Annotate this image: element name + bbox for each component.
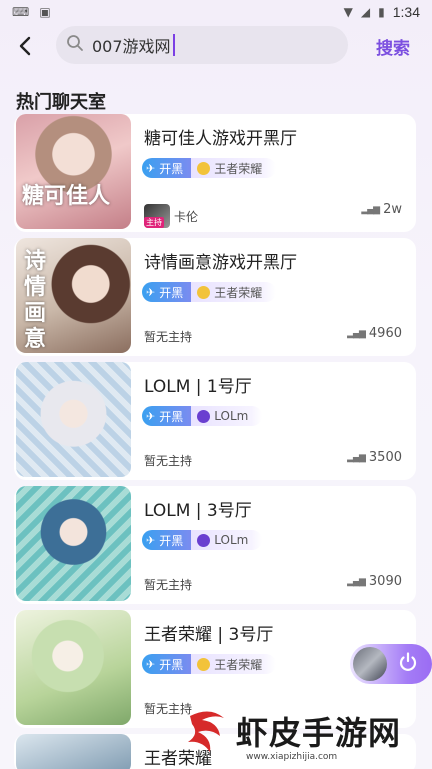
room-popularity: ▂▄▆ 2w: [361, 202, 402, 217]
room-name: LOLM | 1号厅: [144, 377, 252, 397]
room-thumbnail: [16, 610, 131, 725]
room-tags: ✈ 开黑 LOLm: [142, 406, 263, 428]
popularity-bars-icon: ▂▄▆: [347, 576, 366, 587]
room-thumbnail: [16, 362, 131, 477]
tag-game: LOLm: [191, 530, 263, 550]
plane-icon: ✈: [146, 409, 156, 423]
tag-category: ✈ 开黑: [142, 654, 192, 674]
room-name: LOLM | 3号厅: [144, 501, 252, 521]
status-bar: ⌨ ▣ ▼ ◢ ▮ 1:34: [0, 0, 432, 24]
room-host: 主持 卡伦: [144, 204, 198, 228]
power-icon[interactable]: [397, 651, 419, 678]
thumbnail-caption: 诗情画意: [24, 248, 47, 352]
search-query: 007游戏网: [92, 37, 171, 56]
tag-game: LOLm: [191, 406, 263, 426]
room-host: 暂无主持: [144, 328, 192, 345]
game-icon: [197, 409, 211, 423]
popularity-bars-icon: ▂▄▆: [361, 204, 380, 215]
notification-a-icon: ▣: [39, 5, 51, 19]
search-input[interactable]: 007游戏网: [56, 26, 348, 64]
tag-category: ✈ 开黑: [142, 158, 192, 178]
search-icon: [66, 34, 84, 56]
tag-category: ✈ 开黑: [142, 406, 192, 426]
tag-category: ✈ 开黑: [142, 282, 192, 302]
room-popularity: ▂▄▆ 3090: [347, 574, 402, 589]
room-card[interactable]: LOLM | 1号厅 ✈ 开黑 LOLm 暂无主持 ▂▄▆ 3500: [14, 362, 416, 480]
watermark-logo-icon: [188, 711, 224, 752]
watermark-url: www.xiapizhijia.com: [246, 752, 338, 762]
wifi-icon: ▼: [343, 5, 353, 19]
room-name: 王者荣耀 | 3号厅: [144, 625, 274, 645]
watermark-text: 虾皮手游网: [236, 714, 402, 752]
plane-icon: ✈: [146, 285, 156, 299]
game-icon: [197, 657, 211, 671]
search-button[interactable]: 搜索: [376, 34, 410, 59]
room-thumbnail: 诗情画意: [16, 238, 131, 353]
battery-icon: ▮: [378, 5, 385, 19]
room-popularity: ▂▄▆ 3500: [347, 450, 402, 465]
room-tags: ✈ 开黑 LOLm: [142, 530, 263, 552]
popularity-bars-icon: ▂▄▆: [347, 452, 366, 463]
room-card[interactable]: LOLM | 3号厅 ✈ 开黑 LOLm 暂无主持 ▂▄▆ 3090: [14, 486, 416, 604]
floating-room-button[interactable]: [350, 644, 432, 684]
status-time: 1:34: [392, 4, 420, 20]
tag-game: 王者荣耀: [191, 654, 277, 674]
back-button[interactable]: [14, 32, 38, 60]
room-thumbnail: [16, 486, 131, 601]
plane-icon: ✈: [146, 657, 156, 671]
section-title: 热门聊天室: [16, 92, 106, 113]
watermark: 虾皮手游网 www.xiapizhijia.com: [180, 704, 430, 766]
plane-icon: ✈: [146, 533, 156, 547]
room-name: 诗情画意游戏开黑厅: [144, 253, 297, 273]
host-name: 暂无主持: [144, 578, 193, 592]
room-tags: ✈ 开黑 王者荣耀: [142, 158, 277, 180]
room-card[interactable]: 糖可佳人 糖可佳人游戏开黑厅 ✈ 开黑 王者荣耀 主持 卡伦 ▂▄▆ 2w: [14, 114, 416, 232]
room-card[interactable]: 诗情画意 诗情画意游戏开黑厅 ✈ 开黑 王者荣耀 暂无主持 ▂▄▆ 4960: [14, 238, 416, 356]
room-host: 暂无主持: [144, 576, 192, 593]
keyboard-icon: ⌨: [12, 5, 30, 19]
room-popularity: ▂▄▆ 4960: [347, 326, 402, 341]
game-icon: [197, 285, 211, 299]
host-name: 卡伦: [174, 209, 199, 224]
room-tags: ✈ 开黑 王者荣耀: [142, 654, 277, 676]
tag-game: 王者荣耀: [191, 158, 277, 178]
game-icon: [197, 533, 211, 547]
host-name: 暂无主持: [144, 454, 193, 468]
thumbnail-caption: 糖可佳人: [22, 183, 111, 209]
popularity-bars-icon: ▂▄▆: [347, 328, 366, 339]
host-avatar: 主持: [144, 204, 170, 228]
room-name: 糖可佳人游戏开黑厅: [144, 129, 297, 149]
plane-icon: ✈: [146, 161, 156, 175]
tag-game: 王者荣耀: [191, 282, 277, 302]
tag-category: ✈ 开黑: [142, 530, 192, 550]
room-thumbnail: [16, 734, 131, 769]
text-caret: [172, 34, 175, 56]
host-badge: 主持: [144, 217, 164, 228]
room-tags: ✈ 开黑 王者荣耀: [142, 282, 277, 304]
search-header: 007游戏网 搜索: [0, 24, 432, 68]
room-host: 暂无主持: [144, 452, 192, 469]
room-thumbnail: 糖可佳人: [16, 114, 131, 229]
room-avatar: [353, 647, 387, 681]
game-icon: [197, 161, 211, 175]
back-arrow-icon: [19, 36, 31, 56]
signal-icon: ◢: [360, 5, 371, 19]
host-name: 暂无主持: [144, 330, 193, 344]
